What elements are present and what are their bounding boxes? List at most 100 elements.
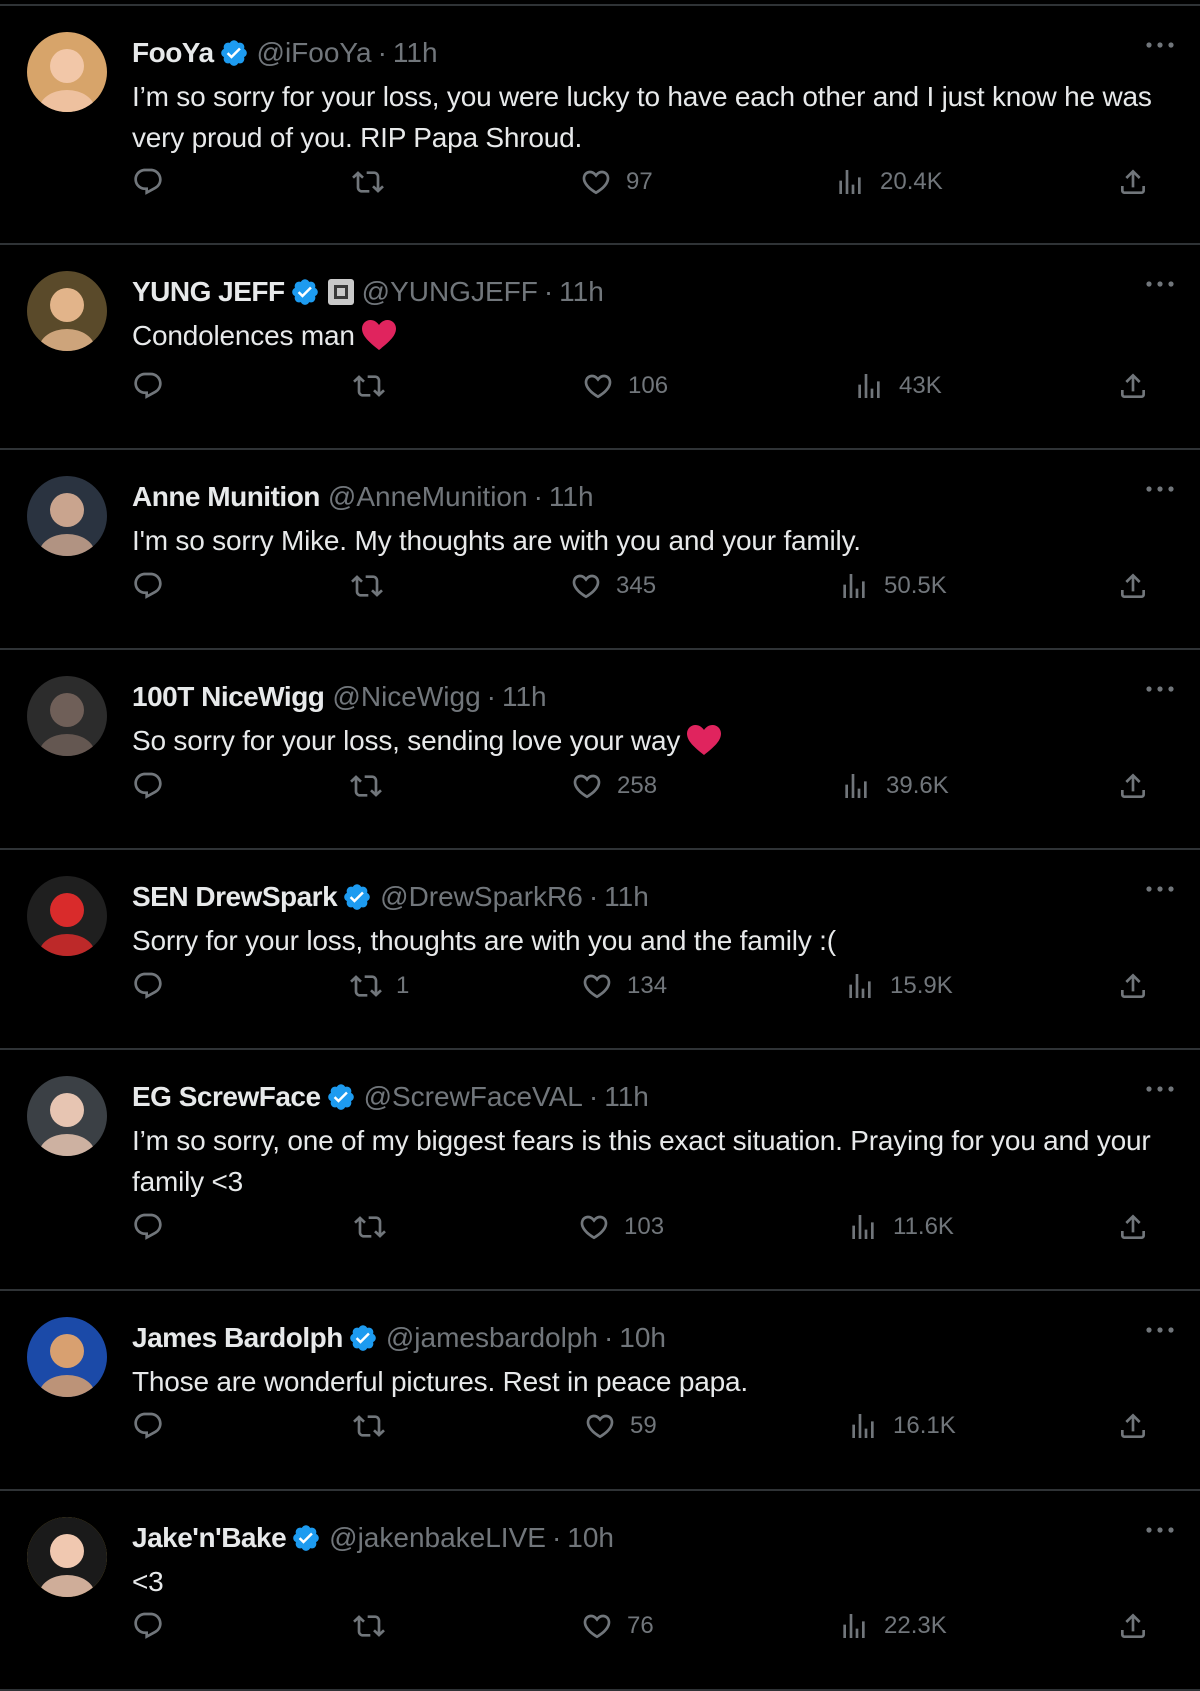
display-name[interactable]: FooYa — [132, 36, 214, 70]
reply-button[interactable] — [132, 1406, 178, 1446]
timestamp[interactable]: 10h — [567, 1521, 614, 1555]
like-button[interactable]: 76 — [581, 1606, 654, 1646]
timestamp[interactable]: 11h — [549, 480, 594, 514]
timestamp[interactable]: 11h — [559, 275, 604, 309]
user-handle[interactable]: @jamesbardolph — [386, 1321, 598, 1355]
like-button[interactable]: 103 — [578, 1207, 664, 1247]
reply-button[interactable] — [132, 766, 178, 806]
retweet-button[interactable] — [354, 1207, 400, 1247]
display-name[interactable]: James Bardolph — [132, 1321, 343, 1355]
like-button[interactable]: 345 — [570, 566, 656, 606]
user-handle[interactable]: @ScrewFaceVAL — [364, 1080, 583, 1114]
tweet-5[interactable]: SEN DrewSpark @DrewSparkR6 · 11h Sorry f… — [0, 850, 1200, 1050]
timestamp[interactable]: 11h — [604, 1080, 649, 1114]
reply-icon — [134, 972, 162, 999]
timestamp[interactable]: 11h — [604, 880, 649, 914]
views-button[interactable]: 20.4K — [834, 162, 943, 202]
display-name[interactable]: SEN DrewSpark — [132, 880, 338, 914]
tweet-7[interactable]: James Bardolph @jamesbardolph · 10h Thos… — [0, 1291, 1200, 1491]
reply-button[interactable] — [132, 366, 178, 406]
avatar[interactable] — [27, 271, 107, 351]
share-button[interactable] — [1117, 162, 1149, 202]
tweet-1[interactable]: FooYa @iFooYa · 11h I’m so sorry for you… — [0, 4, 1200, 245]
timestamp[interactable]: 11h — [502, 680, 547, 714]
reply-button[interactable] — [132, 1207, 178, 1247]
views-button[interactable]: 39.6K — [840, 766, 949, 806]
avatar[interactable] — [27, 1517, 107, 1597]
more-icon — [1146, 486, 1174, 492]
share-button[interactable] — [1117, 1606, 1149, 1646]
views-icon — [849, 974, 871, 998]
like-button[interactable]: 106 — [582, 366, 668, 406]
retweet-button[interactable] — [353, 1406, 399, 1446]
tweet-8[interactable]: Jake'n'Bake @jakenbakeLIVE · 10h <3 76 2… — [0, 1491, 1200, 1691]
user-handle[interactable]: @NiceWigg — [332, 680, 480, 714]
tweet-6[interactable]: EG ScrewFace @ScrewFaceVAL · 11h I’m so … — [0, 1050, 1200, 1291]
timestamp[interactable]: 11h — [393, 36, 438, 70]
avatar[interactable] — [27, 1076, 107, 1156]
avatar[interactable] — [27, 876, 107, 956]
views-button[interactable]: 11.6K — [847, 1207, 954, 1247]
more-options-button[interactable] — [1140, 474, 1180, 504]
tweet-2[interactable]: YUNG JEFF @YUNGJEFF · 11h Condolences ma… — [0, 245, 1200, 450]
reply-button[interactable] — [132, 1606, 178, 1646]
more-options-button[interactable] — [1140, 1074, 1180, 1104]
more-options-button[interactable] — [1140, 874, 1180, 904]
share-button[interactable] — [1117, 566, 1149, 606]
retweet-button[interactable] — [353, 366, 399, 406]
avatar[interactable] — [27, 476, 107, 556]
reply-button[interactable] — [132, 566, 178, 606]
share-button[interactable] — [1117, 1207, 1149, 1247]
views-button[interactable]: 15.9K — [844, 966, 953, 1006]
like-button[interactable]: 258 — [571, 766, 657, 806]
tweet-header: Jake'n'Bake @jakenbakeLIVE · 10h — [132, 1521, 1180, 1555]
tweet-4[interactable]: 100T NiceWigg @NiceWigg · 11h So sorry f… — [0, 650, 1200, 850]
tweet-3[interactable]: Anne Munition @AnneMunition · 11h I'm so… — [0, 450, 1200, 650]
more-options-button[interactable] — [1140, 674, 1180, 704]
like-button[interactable]: 97 — [580, 162, 653, 202]
more-options-button[interactable] — [1140, 30, 1180, 60]
display-name[interactable]: Anne Munition — [132, 480, 320, 514]
display-name[interactable]: EG ScrewFace — [132, 1080, 321, 1114]
share-icon — [1121, 973, 1145, 998]
reply-button[interactable] — [132, 966, 178, 1006]
views-button[interactable]: 22.3K — [838, 1606, 947, 1646]
views-button[interactable]: 43K — [853, 366, 942, 406]
views-icon — [843, 574, 865, 598]
tweet-actions: 76 22.3K — [132, 1606, 1172, 1646]
like-button[interactable]: 59 — [584, 1406, 657, 1446]
more-options-button[interactable] — [1140, 1315, 1180, 1345]
views-button[interactable]: 50.5K — [838, 566, 947, 606]
more-icon — [1146, 686, 1174, 692]
like-button[interactable]: 134 — [581, 966, 667, 1006]
user-handle[interactable]: @DrewSparkR6 — [380, 880, 583, 914]
retweet-button[interactable] — [350, 766, 396, 806]
display-name[interactable]: Jake'n'Bake — [132, 1521, 287, 1555]
share-button[interactable] — [1117, 1406, 1149, 1446]
avatar[interactable] — [27, 676, 107, 756]
separator-dot: · — [588, 881, 599, 912]
views-button[interactable]: 16.1K — [847, 1406, 956, 1446]
user-handle[interactable]: @AnneMunition — [328, 480, 528, 514]
retweet-button[interactable] — [353, 1606, 399, 1646]
retweet-button[interactable] — [351, 566, 397, 606]
share-button[interactable] — [1117, 966, 1149, 1006]
display-name[interactable]: 100T NiceWigg — [132, 680, 325, 714]
more-options-button[interactable] — [1140, 1515, 1180, 1545]
views-icon — [852, 1215, 874, 1239]
user-handle[interactable]: @jakenbakeLIVE — [329, 1521, 546, 1555]
timestamp[interactable]: 10h — [619, 1321, 666, 1355]
display-name[interactable]: YUNG JEFF — [132, 275, 285, 309]
share-button[interactable] — [1117, 766, 1149, 806]
avatar[interactable] — [27, 1317, 107, 1397]
user-handle[interactable]: @iFooYa — [257, 36, 372, 70]
retweet-button[interactable]: 1 — [350, 966, 409, 1006]
more-options-button[interactable] — [1140, 269, 1180, 299]
avatar[interactable] — [27, 32, 107, 112]
share-button[interactable] — [1117, 366, 1149, 406]
retweet-button[interactable] — [352, 162, 398, 202]
tweet-text-body: Those are wonderful pictures. Rest in pe… — [132, 1366, 748, 1397]
reply-button[interactable] — [132, 162, 178, 202]
user-handle[interactable]: @YUNGJEFF — [362, 275, 538, 309]
tweet-content: SEN DrewSpark @DrewSparkR6 · 11h Sorry f… — [132, 880, 1180, 961]
